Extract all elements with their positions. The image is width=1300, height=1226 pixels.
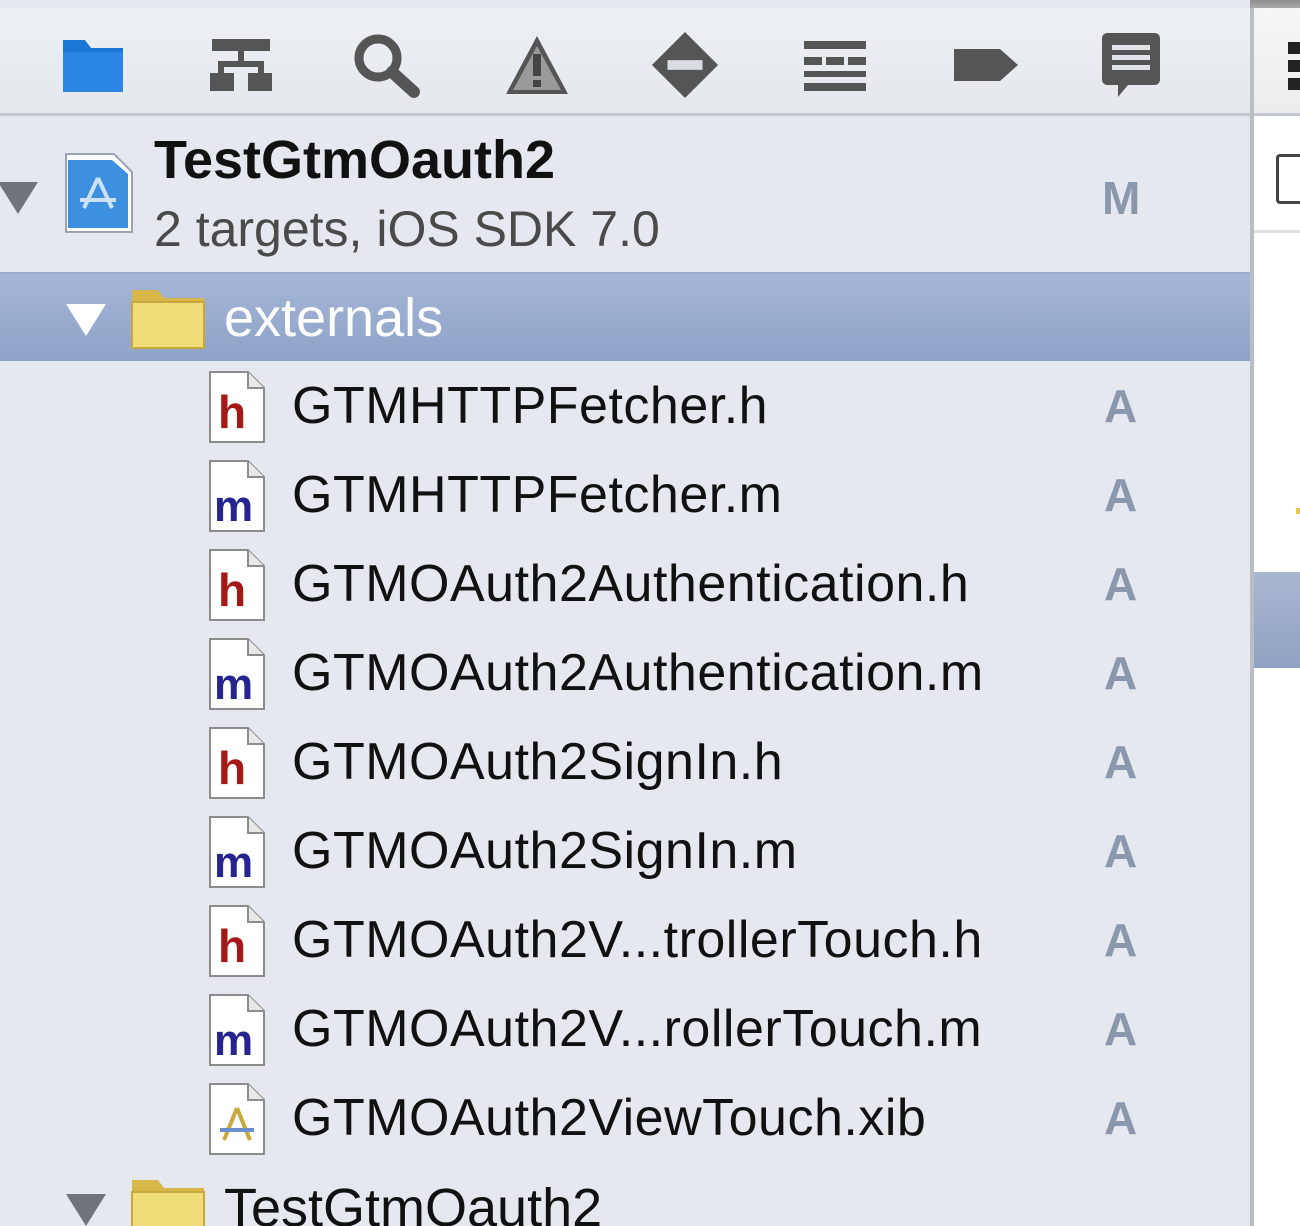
navigator-selector-bar [0,8,1250,116]
xcode-project-icon [62,152,134,234]
disclosure-triangle-icon[interactable] [0,182,38,214]
svg-text:h: h [218,920,246,972]
warning-marker [1296,508,1300,514]
find-navigator-icon[interactable] [352,30,422,100]
file-name: GTMOAuth2Authentication.m [292,644,984,702]
svg-text:h: h [218,742,246,794]
file-row[interactable]: m GTMOAuth2V...rollerTouch.m A [0,985,1250,1074]
header-file-icon: h [208,904,266,978]
issue-navigator-icon[interactable] [502,30,572,100]
header-file-icon: h [208,548,266,622]
file-name: GTMOAuth2ViewTouch.xib [292,1089,927,1147]
test-navigator-icon[interactable] [650,30,720,100]
scm-status-badge: A [1104,558,1138,610]
implementation-file-icon: m [208,459,266,533]
group-name: TestGtmOauth2 [224,1178,603,1226]
implementation-file-icon: m [208,637,266,711]
file-row[interactable]: h GTMOAuth2V...trollerTouch.h A [0,896,1250,985]
related-items-icon[interactable] [1288,42,1300,92]
file-name: GTMHTTPFetcher.h [292,377,769,435]
header-file-icon: h [208,370,266,444]
divider-line [1254,230,1300,233]
disclosure-triangle-icon[interactable] [66,304,106,336]
file-name: GTMOAuth2SignIn.h [292,733,784,791]
editor-area-edge [1254,8,1300,1226]
scm-status-badge: M [1102,172,1141,224]
symbol-navigator-icon[interactable] [206,30,276,100]
folder-icon [128,1174,208,1226]
scm-status-badge: A [1104,469,1138,521]
project-navigator-icon[interactable] [58,30,128,100]
scm-status-badge: A [1104,825,1138,877]
checkbox-edge[interactable] [1276,154,1300,204]
breakpoint-navigator-icon[interactable] [950,30,1020,100]
file-row[interactable]: GTMOAuth2ViewTouch.xib A [0,1074,1250,1163]
svg-text:m: m [214,1016,253,1065]
selected-row-edge [1254,572,1300,668]
scm-status-badge: A [1104,1003,1138,1055]
file-row[interactable]: m GTMOAuth2Authentication.m A [0,629,1250,718]
file-row[interactable]: h GTMOAuth2SignIn.h A [0,718,1250,807]
scm-status-badge: A [1104,1092,1138,1144]
scm-status-badge: A [1104,380,1138,432]
file-name: GTMOAuth2Authentication.h [292,555,970,613]
implementation-file-icon: m [208,815,266,889]
group-row-testgtmoauth2[interactable]: TestGtmOauth2 [0,1164,1250,1226]
file-row[interactable]: m GTMHTTPFetcher.m A [0,451,1250,540]
debug-navigator-icon[interactable] [800,30,870,100]
svg-text:m: m [214,482,253,531]
interface-builder-file-icon [208,1082,266,1156]
xcode-window: TestGtmOauth2 2 targets, iOS SDK 7.0 M e… [0,0,1300,1226]
folder-icon [128,284,208,352]
log-navigator-icon[interactable] [1096,30,1166,100]
svg-text:m: m [214,660,253,709]
implementation-file-icon: m [208,993,266,1067]
scm-status-badge: A [1104,736,1138,788]
disclosure-triangle-icon[interactable] [66,1194,106,1226]
file-name: GTMOAuth2SignIn.m [292,822,798,880]
file-row[interactable]: h GTMHTTPFetcher.h A [0,362,1250,451]
file-name: GTMHTTPFetcher.m [292,466,783,524]
scm-status-badge: A [1104,914,1138,966]
project-name: TestGtmOauth2 [154,130,556,190]
file-row[interactable]: m GTMOAuth2SignIn.m A [0,807,1250,896]
svg-text:h: h [218,564,246,616]
header-file-icon: h [208,726,266,800]
project-navigator: TestGtmOauth2 2 targets, iOS SDK 7.0 M e… [0,0,1250,1226]
file-row[interactable]: h GTMOAuth2Authentication.h A [0,540,1250,629]
group-name: externals [224,288,444,348]
svg-text:m: m [214,838,253,887]
group-row-externals[interactable]: externals [0,272,1250,361]
svg-text:h: h [218,386,246,438]
project-subtitle: 2 targets, iOS SDK 7.0 [154,201,660,257]
file-name: GTMOAuth2V...trollerTouch.h [292,911,983,969]
file-name: GTMOAuth2V...rollerTouch.m [292,1000,983,1058]
scm-status-badge: A [1104,647,1138,699]
